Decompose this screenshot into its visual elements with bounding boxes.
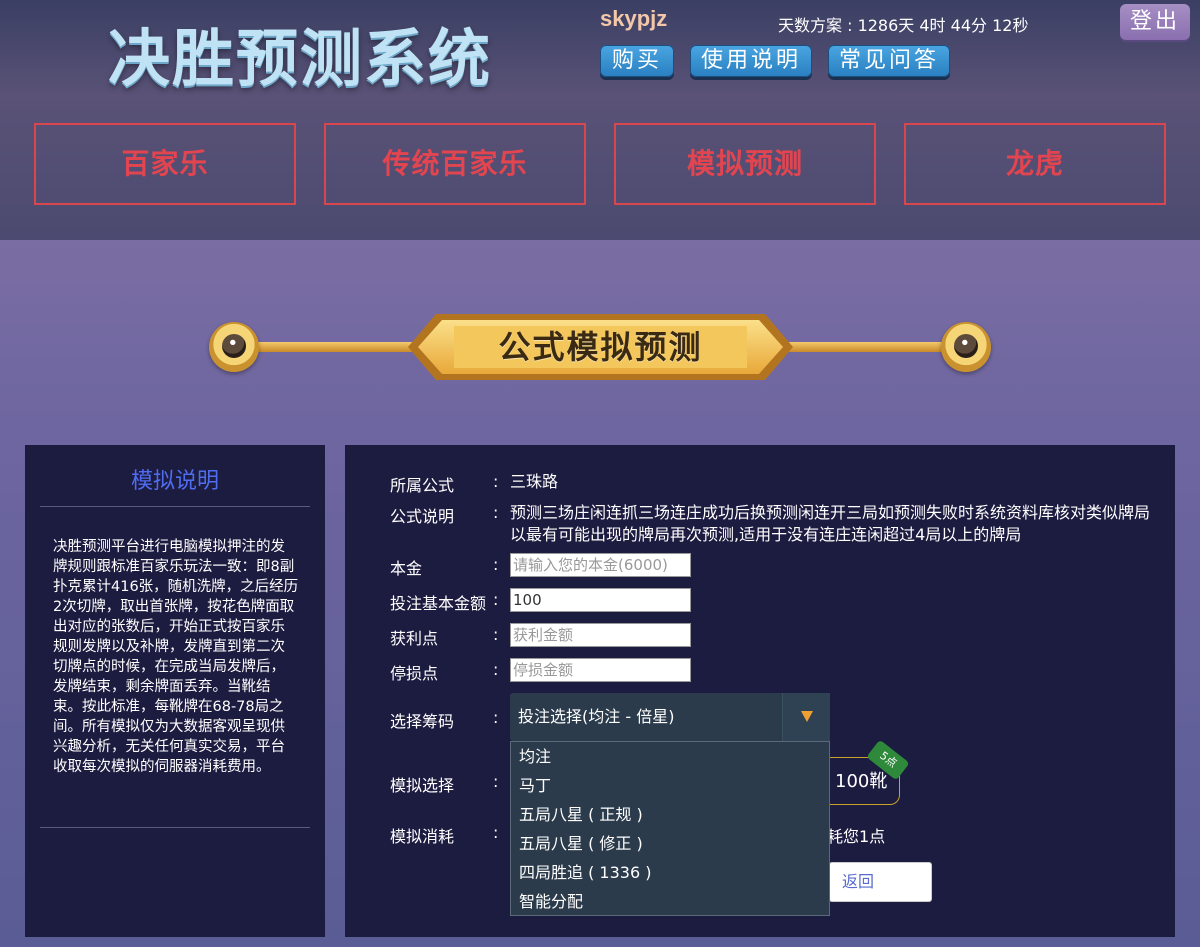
dropdown-option[interactable]: 均注 [511,742,829,771]
header: 决胜预测系统 skypjz 天数方案 : 1286天 4时 44分 12秒 登出… [0,0,1200,240]
dropdown-option[interactable]: 五局八星 ( 正规 ) [511,800,829,829]
simulation-info-panel: 模拟说明 决胜预测平台进行电脑模拟押注的发牌规则跟标准百家乐玩法一致：即8副扑克… [25,445,325,937]
consume-value: 耗您1点 [827,827,886,846]
tab-baccarat[interactable]: 百家乐 [34,123,296,205]
chip-select[interactable]: 投注选择(均注 - 倍星) [510,693,830,741]
chip-dropdown-menu: 均注 马丁 五局八星 ( 正规 ) 五局八星 ( 修正 ) 四局胜追 ( 133… [510,741,830,916]
banner-title: 公式模拟预测 [498,328,703,366]
colon: : [493,708,499,727]
faq-button[interactable]: 常见问答 [828,45,950,77]
capital-input[interactable] [510,553,691,577]
sim-select-label: 模拟选择 [390,776,455,795]
info-body: 决胜预测平台进行电脑模拟押注的发牌规则跟标准百家乐玩法一致：即8副扑克累计416… [53,539,299,775]
chip-selected-value: 投注选择(均注 - 倍星) [518,707,675,726]
colon: : [493,590,499,609]
capital-label: 本金 [390,559,423,578]
colon: : [493,772,499,791]
divider [40,827,310,828]
formula-value: 三珠路 [510,472,559,491]
stop-loss-input[interactable] [510,658,691,682]
stop-loss-label: 停损点 [390,664,439,683]
tab-simulation[interactable]: 模拟预测 [614,123,876,205]
plan-countdown: 天数方案 : 1286天 4时 44分 12秒 [778,16,1029,35]
profit-label: 获利点 [390,629,439,648]
description-value: 预测三场庄闲连抓三场连庄成功后换预测闲连开三局如预测失败时系统资料库核对类似牌局… [510,503,1151,544]
instructions-button[interactable]: 使用说明 [690,45,812,77]
base-bet-label: 投注基本金额 [390,594,487,613]
dropdown-option[interactable]: 智能分配 [511,887,829,916]
colon: : [493,660,499,679]
dropdown-option[interactable]: 五局八星 ( 修正 ) [511,829,829,858]
chip-label: 选择筹码 [390,712,455,731]
back-button[interactable]: 返回 [829,862,932,902]
app-logo: 决胜预测系统 [108,22,493,95]
chevron-down-icon [801,711,813,722]
buy-button[interactable]: 购买 [600,45,674,77]
dropdown-option[interactable]: 四局胜追 ( 1336 ) [511,858,829,887]
profit-input[interactable] [510,623,691,647]
colon: : [493,472,499,491]
description-label: 公式说明 [390,507,455,526]
logout-button[interactable]: 登出 [1120,4,1190,40]
colon: : [493,555,499,574]
colon: : [493,503,499,522]
colon: : [493,625,499,644]
base-bet-input[interactable] [510,588,691,612]
colon: : [493,823,499,842]
banner-knob-right-icon [941,322,991,372]
formula-label: 所属公式 [390,476,455,495]
info-title: 模拟说明 [130,469,219,494]
tab-classic-baccarat[interactable]: 传统百家乐 [324,123,586,205]
tab-dragon-tiger[interactable]: 龙虎 [904,123,1166,205]
chip-select-toggle[interactable] [782,693,830,741]
dropdown-option[interactable]: 马丁 [511,771,829,800]
banner-knob-left-icon [209,322,259,372]
simulation-form-panel: 所属公式 : 三珠路 公式说明 : 预测三场庄闲连抓三场连庄成功后换预测闲连开三… [345,445,1175,937]
banner-line-left [232,342,417,352]
consume-label: 模拟消耗 [390,827,455,846]
username: skypjz [600,6,668,31]
divider [40,506,310,507]
